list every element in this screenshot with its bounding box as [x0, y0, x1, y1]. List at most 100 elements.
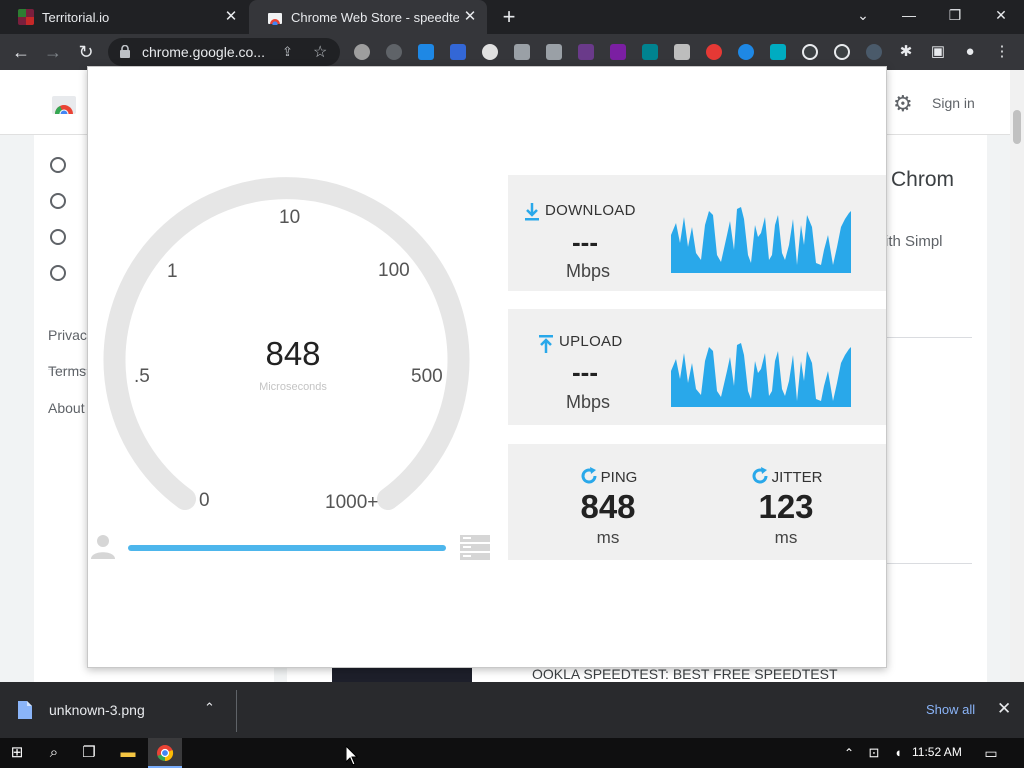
ookla-listing-title[interactable]: OOKLA SPEEDTEST: BEST FREE SPEEDTEST [532, 666, 838, 682]
gauge-unit: Microseconds [259, 381, 327, 393]
network-icon[interactable]: ⊡ [862, 738, 886, 768]
filter-radio[interactable] [50, 265, 66, 281]
chrome-logo-icon [157, 745, 174, 762]
gauge-arc [103, 177, 470, 510]
scrollbar-thumb[interactable] [1013, 110, 1021, 144]
gauge-value: 848 [265, 335, 321, 372]
profile-icon[interactable]: ● [960, 42, 980, 62]
volume-icon[interactable]: ◖ [886, 738, 910, 768]
upload-arrow-icon [539, 335, 553, 353]
task-view-icon[interactable]: ❐ [72, 738, 106, 768]
filter-radio[interactable] [50, 229, 66, 245]
upload-unit: Mbps [566, 392, 611, 412]
minimize-button[interactable]: — [886, 0, 932, 30]
window-close-button[interactable]: ✕ [978, 0, 1024, 30]
mouse-cursor-icon [346, 746, 358, 766]
extension-bookmark-icon[interactable] [450, 44, 466, 60]
reload-icon[interactable]: ↻ [73, 39, 99, 65]
ping-refresh-icon [581, 467, 597, 484]
show-all-button[interactable]: Show all [926, 702, 975, 717]
gauge-tick: 100 [378, 260, 410, 281]
shelf-divider [236, 690, 237, 732]
search-icon[interactable]: ⌕ [37, 738, 71, 768]
extension-arc-icon[interactable] [386, 44, 402, 60]
terms-link[interactable]: Terms [48, 363, 86, 379]
filter-radio[interactable] [50, 193, 66, 209]
chrome-taskbar-icon[interactable] [148, 738, 182, 768]
extension-red-icon[interactable] [706, 44, 722, 60]
about-link[interactable]: About [48, 400, 85, 416]
extension-bike-icon[interactable] [514, 44, 530, 60]
speed-gauge: 848 Microseconds 0 .5 1 10 100 500 1000+ [88, 67, 498, 567]
close-tab-icon[interactable]: ✕ [459, 6, 481, 28]
tab-chrome-web-store[interactable]: Chrome Web Store - speedtest ✕ [249, 0, 487, 34]
gauge-tick: 1 [167, 261, 178, 282]
download-panel: DOWNLOAD --- Mbps [508, 175, 886, 291]
extension-w-icon[interactable] [482, 44, 498, 60]
extension-camera-icon[interactable] [546, 44, 562, 60]
extension-play-icon[interactable] [738, 44, 754, 60]
close-shelf-icon[interactable]: ✕ [997, 699, 1011, 719]
page-scrollbar[interactable] [1010, 70, 1024, 682]
menu-icon[interactable]: ⋮ [992, 42, 1012, 62]
new-tab-button[interactable]: + [496, 5, 522, 29]
download-value: --- [572, 227, 598, 257]
side-panel-icon[interactable]: ▣ [928, 42, 948, 62]
share-icon[interactable]: ⇪ [282, 44, 293, 60]
extension-screen-icon[interactable] [418, 44, 434, 60]
filter-radio[interactable] [50, 157, 66, 173]
lock-icon [120, 45, 130, 58]
upload-value: --- [572, 357, 598, 387]
address-bar[interactable]: chrome.google.co... ⇪ ☆ [108, 38, 340, 66]
user-icon [91, 535, 115, 559]
windows-taskbar: ⊞ ⌕ ❐ ▬ ⌃ ⊡ ◖ 11:52 AM ▭ [0, 738, 1024, 768]
taskbar-clock[interactable]: 11:52 AM [912, 745, 962, 759]
territorial-favicon-icon [18, 9, 34, 25]
browser-toolbar: ← → ↻ chrome.google.co... ⇪ ☆ ✱ ▣ ● ⋮ [0, 34, 1024, 70]
bookmark-star-icon[interactable]: ☆ [313, 42, 327, 62]
upload-graph [671, 343, 851, 407]
extension-speed-icon[interactable] [834, 44, 850, 60]
extension-n-icon[interactable] [642, 44, 658, 60]
extensions-puzzle-icon[interactable]: ✱ [896, 42, 916, 62]
file-icon [18, 701, 32, 719]
chevron-up-icon[interactable]: ⌃ [836, 738, 862, 768]
windows-start-icon[interactable]: ⊞ [0, 738, 34, 768]
chrome-web-store-logo-icon[interactable] [52, 92, 76, 114]
extension-k-icon[interactable] [578, 44, 594, 60]
chevron-up-icon[interactable]: ⌃ [204, 700, 215, 716]
gauge-tick: 500 [411, 366, 443, 387]
jitter-value: 123 [758, 488, 814, 525]
extension-gauge-icon[interactable] [802, 44, 818, 60]
extension-v-icon[interactable] [770, 44, 786, 60]
web-store-favicon-icon [268, 13, 282, 25]
jitter-refresh-icon [752, 467, 768, 484]
download-file-name[interactable]: unknown-3.png [49, 702, 145, 718]
ping-jitter-panel: PING 848 ms JITTER 123 ms [508, 444, 886, 560]
download-graph [671, 207, 851, 273]
gauge-tick: .5 [134, 366, 150, 387]
ping-value: 848 [580, 488, 636, 525]
sign-in-link[interactable]: Sign in [932, 95, 975, 111]
tab-territorial[interactable]: Territorial.io ✕ [0, 0, 248, 34]
file-explorer-icon[interactable]: ▬ [111, 738, 145, 768]
extension-k2-icon[interactable] [674, 44, 690, 60]
jitter-label: JITTER [771, 469, 823, 486]
ping-block: PING 848 ms [533, 444, 683, 560]
jitter-label-row: JITTER [711, 466, 861, 486]
privacy-link[interactable]: Privac [48, 327, 87, 343]
back-icon[interactable]: ← [8, 39, 34, 65]
extension-m-icon[interactable] [610, 44, 626, 60]
tab-search-icon[interactable]: ⌄ [840, 0, 886, 30]
result-heading: Chrom [891, 168, 955, 191]
restore-button[interactable]: ❐ [932, 0, 978, 30]
speedtest-extension-icon[interactable] [866, 44, 882, 60]
download-shelf: unknown-3.png ⌃ Show all ✕ [0, 682, 1024, 738]
extension-glasses-icon[interactable] [354, 44, 370, 60]
close-tab-icon[interactable]: ✕ [220, 6, 242, 28]
notifications-icon[interactable]: ▭ [976, 738, 1006, 768]
upload-label: UPLOAD [559, 333, 623, 350]
test-progress-bar [128, 545, 446, 551]
settings-gear-icon[interactable]: ⚙ [893, 91, 913, 117]
forward-icon[interactable]: → [40, 39, 66, 65]
